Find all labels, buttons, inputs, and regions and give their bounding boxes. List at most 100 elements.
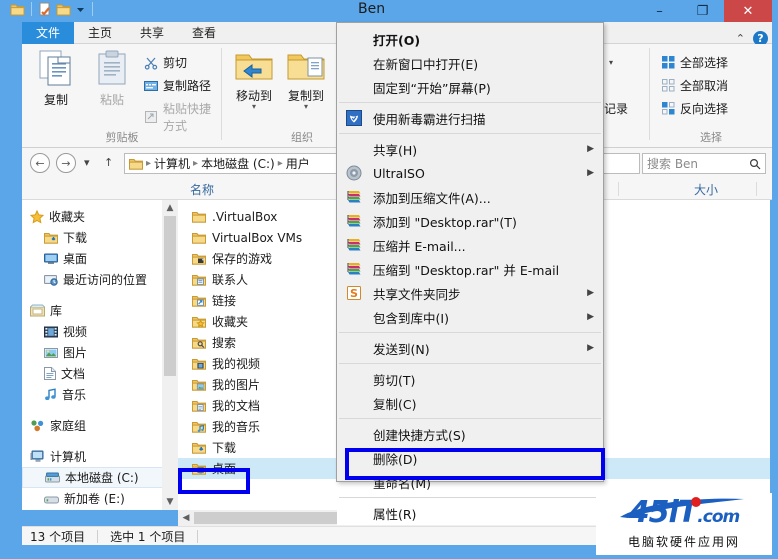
submenu-arrow-icon: ▶	[587, 288, 594, 298]
menu-item-send-to[interactable]: 发送到(N) ▶	[337, 336, 603, 360]
breadcrumb-item-local-disk[interactable]: 本地磁盘 (C:)	[201, 155, 275, 172]
ribbon-copy-path-button[interactable]: 复制路径	[144, 77, 211, 94]
menu-item-share[interactable]: 共享(H) ▶	[337, 137, 603, 161]
scroll-down-icon[interactable]: ▼	[162, 494, 178, 510]
ribbon-paste-button[interactable]: 粘贴	[84, 50, 140, 108]
ribbon-copy-button[interactable]: 复制	[28, 50, 84, 108]
breadcrumb-item-computer[interactable]: 计算机	[154, 155, 190, 172]
maximize-button[interactable]: ❐	[681, 0, 724, 22]
nav-header-libraries[interactable]: 库	[22, 300, 178, 321]
forward-button[interactable]: →	[56, 153, 76, 173]
ribbon-select-none-button[interactable]: 全部取消	[662, 77, 728, 94]
folder-properties-icon[interactable]	[10, 3, 25, 16]
ribbon-select-all-button[interactable]: 全部选择	[662, 54, 728, 71]
menu-item-include-in-library[interactable]: 包含到库中(I) ▶	[337, 305, 603, 329]
tab-share[interactable]: 共享	[126, 22, 178, 44]
back-button[interactable]: ←	[30, 153, 50, 173]
duba-icon	[346, 110, 362, 126]
copy-icon	[39, 50, 73, 86]
menu-item-open-new-window-label: 在新窗口中打开(E)	[373, 56, 479, 72]
menu-item-pin-to-start[interactable]: 固定到“开始”屏幕(P)	[337, 75, 603, 99]
recent-locations-icon[interactable]: ▾	[84, 156, 90, 169]
quick-access-toolbar[interactable]	[10, 2, 95, 16]
menu-item-duba-scan[interactable]: 使用新毒霸进行扫描	[337, 106, 603, 130]
nav-header-favorites-label: 收藏夹	[49, 210, 86, 224]
ribbon-invert-selection-button[interactable]: 反向选择	[662, 100, 728, 117]
menu-item-shared-folder-sync[interactable]: S 共享文件夹同步 ▶	[337, 281, 603, 305]
menu-item-add-to-archive[interactable]: 添加到压缩文件(A)...	[337, 185, 603, 209]
status-divider	[97, 529, 99, 543]
sidebar-item-pictures[interactable]: 图片	[22, 342, 178, 363]
breadcrumb-sep-0: ▸	[146, 158, 152, 169]
sidebar-item-music[interactable]: 音乐	[22, 384, 178, 405]
menu-item-ultraiso[interactable]: UltraISO ▶	[337, 161, 603, 185]
move-to-dropdown-icon[interactable]: ▾	[226, 103, 282, 111]
ribbon-cut-button[interactable]: 剪切	[144, 54, 187, 71]
menu-item-copy[interactable]: 复制(C)	[337, 391, 603, 415]
ribbon-move-to-button[interactable]: 移动到 ▾	[226, 50, 282, 111]
file-name: 我的文档	[212, 399, 261, 413]
search-icon[interactable]	[749, 158, 761, 170]
copy-to-dropdown-icon[interactable]: ▾	[278, 103, 334, 111]
menu-item-add-to-desktop-rar[interactable]: 添加到 "Desktop.rar"(T)	[337, 209, 603, 233]
navigation-pane[interactable]: 收藏夹 下载 桌面 最近访问的位置 库 视频 图片 文档 音乐 家庭组 计算机 …	[22, 200, 178, 510]
sidebar-item-desktop[interactable]: 桌面	[22, 248, 178, 269]
menu-item-pin-to-start-label: 固定到“开始”屏幕(P)	[373, 80, 491, 96]
menu-item-compress-and-email[interactable]: 压缩并 E-mail...	[337, 233, 603, 257]
searches-icon	[192, 337, 206, 349]
winrar-icon	[346, 189, 362, 205]
my-videos-icon	[192, 358, 206, 370]
sidebar-item-homegroup[interactable]: 家庭组	[22, 415, 178, 436]
select-all-icon	[662, 56, 675, 69]
nav-header-computer-label: 计算机	[50, 450, 87, 464]
ribbon-cut-label: 剪切	[163, 56, 188, 70]
tab-view[interactable]: 查看	[178, 22, 230, 44]
new-folder-icon[interactable]	[38, 2, 52, 16]
file-name: 我的音乐	[212, 420, 261, 434]
menu-separator-5	[339, 418, 601, 419]
nav-header-favorites[interactable]: 收藏夹	[22, 206, 178, 227]
menu-separator-3	[339, 332, 601, 333]
sidebar-item-documents[interactable]: 文档	[22, 363, 178, 384]
menu-item-open-new-window[interactable]: 在新窗口中打开(E)	[337, 51, 603, 75]
menu-item-properties[interactable]: 属性(R)	[337, 501, 603, 525]
scroll-up-icon[interactable]: ▲	[162, 200, 178, 216]
scrollbar-thumb[interactable]	[164, 216, 176, 376]
customize-folder-icon[interactable]	[56, 3, 71, 16]
up-button[interactable]: ↑	[104, 156, 113, 169]
desktop-icon	[44, 253, 58, 265]
tab-file[interactable]: 文件	[22, 22, 75, 44]
star-icon	[30, 209, 44, 224]
sidebar-item-videos[interactable]: 视频	[22, 321, 178, 342]
breadcrumb-item-users[interactable]: 用户	[286, 155, 310, 172]
ribbon-copy-to-button[interactable]: 复制到 ▾	[278, 50, 334, 111]
sidebar-item-new-volume-e[interactable]: 新加卷 (E:)	[22, 488, 178, 509]
menu-item-compress-to-rar-and-email[interactable]: 压缩到 "Desktop.rar" 并 E-mail	[337, 257, 603, 281]
window-title: Ben	[358, 1, 386, 17]
qat-dropdown-icon[interactable]	[75, 4, 86, 15]
svg-text:S: S	[350, 287, 358, 300]
menu-item-include-in-library-label: 包含到库中(I)	[373, 310, 449, 326]
sidebar-item-recent-places[interactable]: 最近访问的位置	[22, 269, 178, 290]
context-menu[interactable]: 打开(O) 在新窗口中打开(E) 固定到“开始”屏幕(P) 使用新毒霸进行扫描 …	[336, 22, 604, 525]
submenu-arrow-icon: ▶	[587, 144, 594, 154]
nav-pane-scrollbar[interactable]: ▲ ▼	[162, 200, 178, 510]
file-name: 收藏夹	[212, 315, 249, 329]
sidebar-item-local-disk-c[interactable]: 本地磁盘 (C:)	[22, 467, 178, 488]
menu-item-create-shortcut[interactable]: 创建快捷方式(S)	[337, 422, 603, 446]
minimize-button[interactable]: –	[638, 0, 681, 22]
search-input[interactable]: 搜索 Ben	[642, 153, 766, 174]
menu-item-cut[interactable]: 剪切(T)	[337, 367, 603, 391]
sidebar-item-downloads[interactable]: 下载	[22, 227, 178, 248]
tab-home[interactable]: 主页	[74, 22, 126, 44]
scroll-left-icon[interactable]: ◀	[178, 510, 194, 526]
submenu-arrow-icon: ▶	[587, 312, 594, 322]
close-button[interactable]: ✕	[724, 0, 772, 22]
computer-icon	[30, 450, 45, 463]
menu-item-open[interactable]: 打开(O)	[337, 27, 603, 51]
winrar-icon	[346, 261, 362, 277]
column-header-name[interactable]: 名称	[190, 181, 214, 198]
nav-header-computer[interactable]: 计算机	[22, 446, 178, 467]
watermark-tagline: 电脑软硬件应用网	[627, 535, 740, 549]
column-header-size[interactable]: 大小	[694, 181, 718, 198]
